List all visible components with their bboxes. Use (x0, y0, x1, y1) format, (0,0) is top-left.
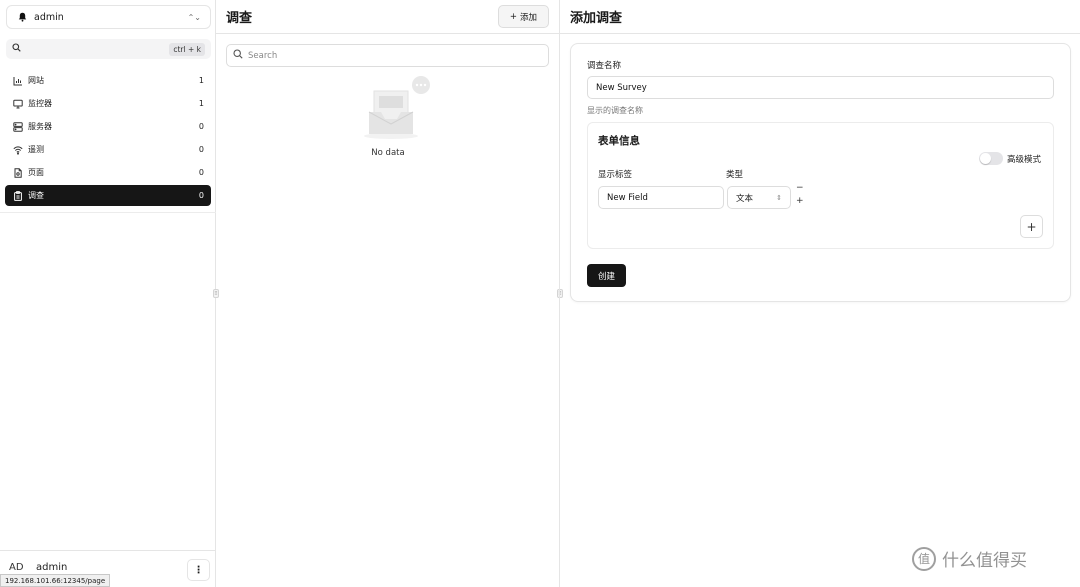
sidebar-item-count: 0 (198, 122, 204, 131)
bell-icon (16, 12, 28, 22)
sidebar-nav: 网站 1 监控器 1 服务器 0 遥测 0 页面 0 调查 0 (5, 70, 211, 208)
field-type-value: 文本 (736, 193, 754, 204)
empty-text: No data (371, 148, 405, 158)
sidebar-item-count: 1 (198, 99, 204, 108)
server-icon (12, 121, 23, 132)
name-label: 调查名称 (587, 61, 622, 71)
form-title: 添加调查 (570, 11, 623, 26)
add-field-button[interactable]: + (1020, 215, 1043, 238)
sidebar-item-pages[interactable]: 页面 0 (5, 162, 211, 183)
sidebar-item-count: 0 (198, 168, 204, 177)
sidebar-item-label: 遥测 (28, 145, 44, 154)
chevron-updown-icon: ⇕ (776, 193, 782, 202)
page-title: 调查 (226, 11, 253, 26)
search-input[interactable] (248, 50, 528, 61)
search-field[interactable] (226, 44, 549, 67)
empty-inbox-icon (361, 76, 431, 145)
sidebar-item-count: 0 (198, 191, 204, 200)
search-icon (12, 43, 21, 55)
sidebar-item-label: 页面 (28, 168, 44, 177)
watermark-text: 什么值得买 (942, 551, 1027, 571)
sidebar-item-server[interactable]: 服务器 0 (5, 116, 211, 137)
avatar[interactable]: AD (9, 562, 24, 573)
sidebar-item-label: 调查 (28, 191, 44, 200)
watermark-logo-icon: 值 (912, 546, 936, 571)
workspace-switcher[interactable]: admin ⌃⌄ (6, 5, 211, 29)
list-header: 调查 + 添加 (216, 0, 559, 34)
survey-form-card: 调查名称 New Survey 显示的调查名称 表单信息 高级模式 显示标签 类… (570, 43, 1071, 302)
remove-field-button[interactable]: − (796, 184, 804, 193)
form-header: 添加调查 (560, 0, 1080, 34)
more-vertical-icon: ⋮ (193, 564, 204, 576)
sidebar-item-count: 1 (198, 76, 204, 85)
add-button-label: 添加 (519, 12, 537, 23)
empty-state: No data (356, 76, 436, 158)
sidebar-item-count: 0 (198, 145, 204, 154)
field-label-input[interactable]: New Field (598, 186, 724, 209)
sidebar-item-website[interactable]: 网站 1 (5, 70, 211, 91)
divider (0, 212, 216, 213)
sidebar-item-label: 网站 (28, 76, 44, 85)
sidebar-item-survey[interactable]: 调查 0 (5, 185, 211, 206)
user-name: admin (36, 562, 68, 573)
add-field-inline-button[interactable]: + (796, 197, 804, 206)
workspace-name: admin (34, 11, 64, 23)
sidebar-item-telemetry[interactable]: 遥测 0 (5, 139, 211, 160)
status-url-tooltip: 192.168.101.66:12345/page (0, 574, 111, 587)
search-icon (233, 49, 243, 62)
command-search[interactable]: ctrl + k (6, 39, 211, 59)
sidebar-item-monitor[interactable]: 监控器 1 (5, 93, 211, 114)
column-type-header: 类型 (726, 170, 744, 180)
sidebar-item-label: 服务器 (28, 122, 52, 131)
shortcut-badge: ctrl + k (169, 42, 205, 56)
add-button[interactable]: + 添加 (497, 5, 549, 28)
form-info-section: 表单信息 高级模式 显示标签 类型 New Field 文本 ⇕ − + + (587, 122, 1054, 249)
file-page-icon (12, 167, 23, 178)
chevron-updown-icon: ⌃⌄ (187, 12, 201, 22)
plus-icon: + (1026, 219, 1037, 234)
field-type-select[interactable]: 文本 ⇕ (727, 186, 791, 209)
add-survey-panel: 添加调查 调查名称 New Survey 显示的调查名称 表单信息 高级模式 显… (560, 0, 1080, 587)
advanced-mode-label: 高级模式 (1007, 155, 1042, 165)
chart-bar-icon (12, 75, 23, 86)
more-options-button[interactable]: ⋮ (187, 559, 210, 581)
monitor-icon (12, 98, 23, 109)
sidebar-item-label: 监控器 (28, 99, 52, 108)
watermark: 值 什么值得买 (912, 546, 1027, 571)
toggle-knob (980, 153, 991, 164)
survey-list-panel: 调查 + 添加 No data (216, 0, 560, 587)
create-button[interactable]: 创建 (587, 264, 626, 287)
wifi-icon (12, 144, 23, 155)
column-label-header: 显示标签 (598, 170, 633, 180)
plus-icon: + (509, 11, 517, 22)
survey-name-field[interactable]: New Survey (587, 76, 1054, 99)
section-title: 表单信息 (598, 135, 640, 147)
name-hint: 显示的调查名称 (587, 106, 643, 115)
clipboard-icon (12, 190, 23, 201)
sidebar: admin ⌃⌄ ctrl + k 网站 1 监控器 1 服务器 0 遥测 0 … (0, 0, 216, 587)
advanced-mode-toggle[interactable] (979, 152, 1003, 165)
